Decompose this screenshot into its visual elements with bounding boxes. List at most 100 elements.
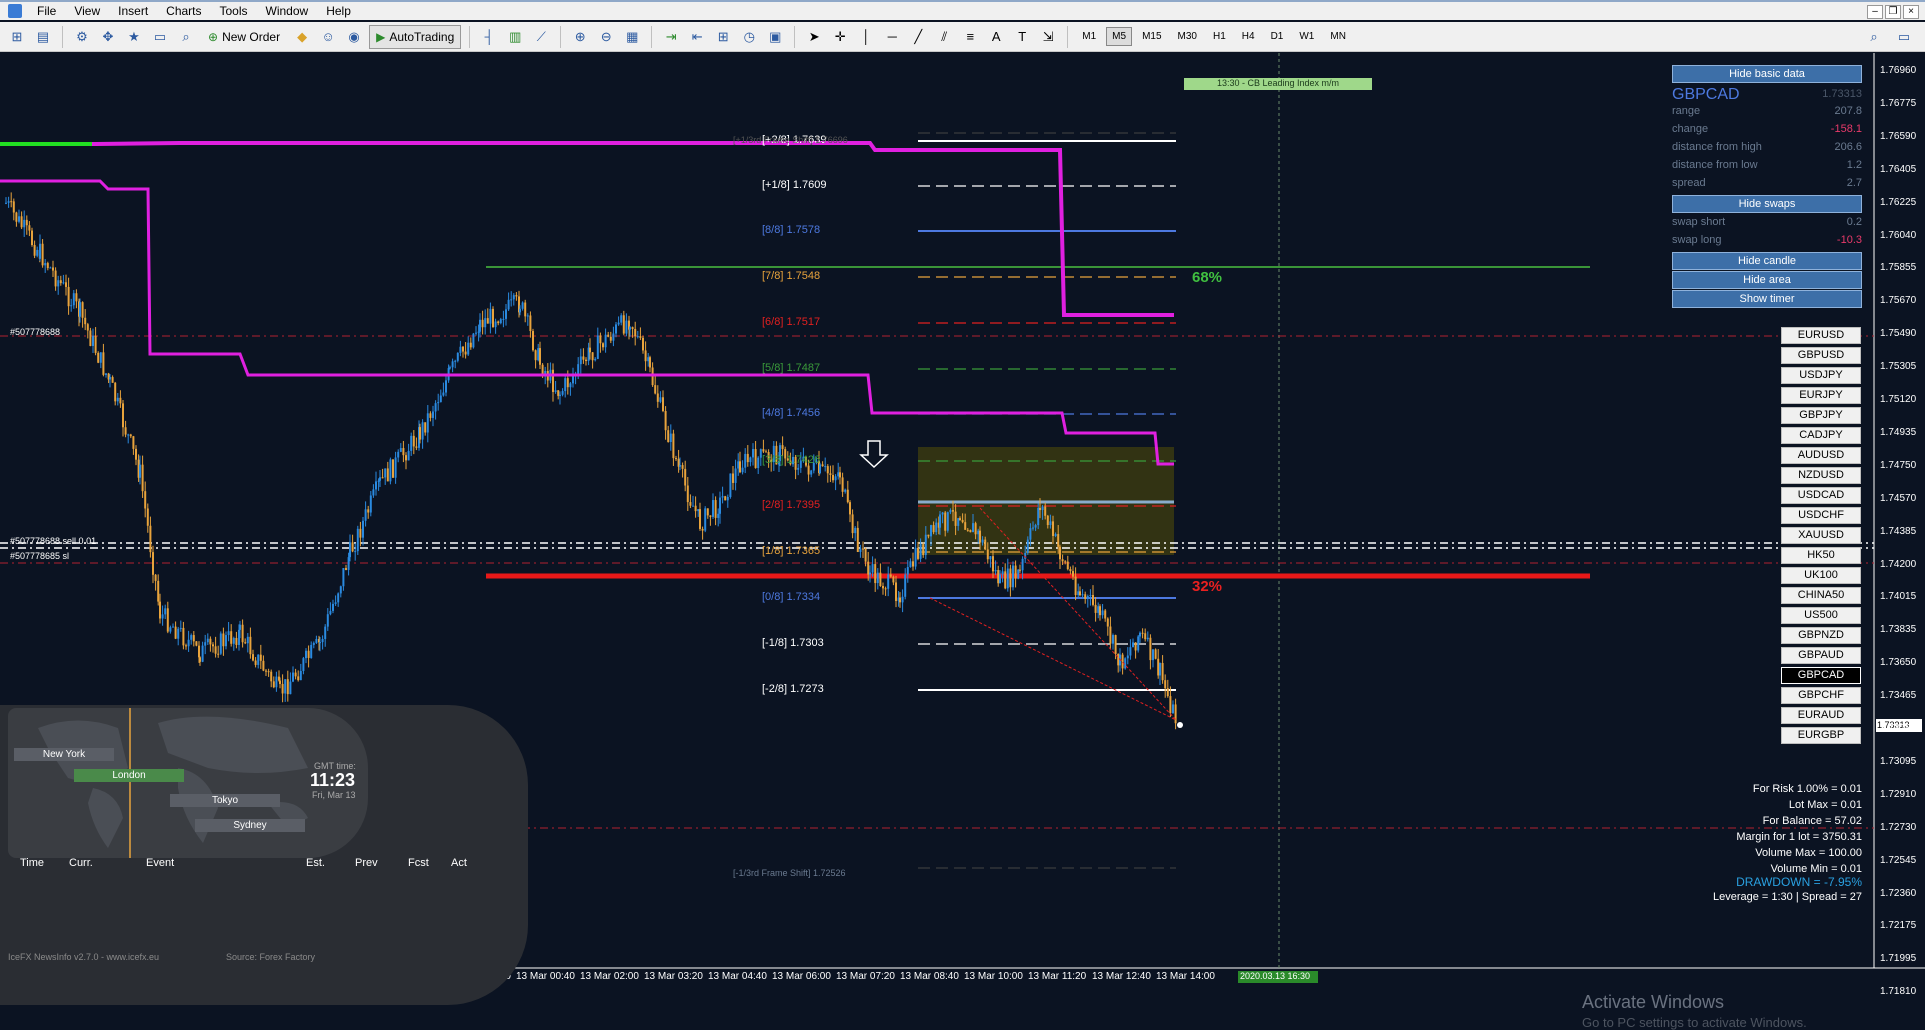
menu-view[interactable]: View xyxy=(65,4,109,18)
profiles-icon[interactable]: ▤ xyxy=(32,26,54,48)
trendline-icon[interactable]: ╱ xyxy=(907,26,929,48)
hide-area-button[interactable]: Hide area xyxy=(1672,271,1862,289)
indicators-icon[interactable]: ⊞ xyxy=(712,26,734,48)
swap-key: swap long xyxy=(1672,234,1722,246)
candle-body xyxy=(386,468,389,482)
candle-body xyxy=(246,636,249,644)
templates-icon[interactable]: ▣ xyxy=(764,26,786,48)
tile-windows-icon[interactable]: ▦ xyxy=(621,26,643,48)
symbol-button-eurjpy[interactable]: EURJPY xyxy=(1781,387,1861,404)
symbol-button-usdjpy[interactable]: USDJPY xyxy=(1781,367,1861,384)
candle-chart-icon[interactable]: ▥ xyxy=(504,26,526,48)
symbol-button-eurusd[interactable]: EURUSD xyxy=(1781,327,1861,344)
news-header-currency: Curr. xyxy=(69,857,93,869)
symbol-button-china50[interactable]: CHINA50 xyxy=(1781,587,1861,604)
symbol-button-gbpnzd[interactable]: GBPNZD xyxy=(1781,627,1861,644)
menu-insert[interactable]: Insert xyxy=(109,4,157,18)
hide-basic-data-button[interactable]: Hide basic data xyxy=(1672,65,1862,83)
murrey-label: [3/8] 1.7426 xyxy=(762,454,821,466)
candle-body xyxy=(227,631,230,636)
search-icon[interactable]: ⌕ xyxy=(1863,26,1885,48)
symbol-button-euraud[interactable]: EURAUD xyxy=(1781,707,1861,724)
data-window-icon[interactable]: ✥ xyxy=(97,26,119,48)
symbol-button-gbpjpy[interactable]: GBPJPY xyxy=(1781,407,1861,424)
candle-body xyxy=(839,472,841,478)
menu-tools[interactable]: Tools xyxy=(211,4,257,18)
symbol-button-usdcad[interactable]: USDCAD xyxy=(1781,487,1861,504)
chart-shift-icon[interactable]: ⇤ xyxy=(686,26,708,48)
cursor-icon[interactable]: ➤ xyxy=(803,26,825,48)
restore-icon[interactable]: ❐ xyxy=(1885,5,1901,19)
timeframe-m30[interactable]: M30 xyxy=(1172,27,1203,46)
price-tick-label: 1.74385 xyxy=(1880,525,1917,537)
market-watch-icon[interactable]: ⚙ xyxy=(71,26,93,48)
candle-body xyxy=(832,474,834,481)
line-chart-icon[interactable]: ⟋ xyxy=(530,26,552,48)
strategy-tester-icon[interactable]: ⌕ xyxy=(175,26,197,48)
symbol-button-gbpchf[interactable]: GBPCHF xyxy=(1781,687,1861,704)
minimize-icon[interactable]: – xyxy=(1867,5,1883,19)
new-order-button[interactable]: ⊕ New Order xyxy=(201,25,287,49)
arrows-icon[interactable]: ⇲ xyxy=(1037,26,1059,48)
symbol-button-gbpaud[interactable]: GBPAUD xyxy=(1781,647,1861,664)
candle-body xyxy=(524,302,527,317)
autotrading-button[interactable]: ▶ AutoTrading xyxy=(369,24,462,49)
symbol-button-eurgbp[interactable]: EURGBP xyxy=(1781,727,1861,744)
menu-file[interactable]: File xyxy=(28,4,65,18)
news-footer-left: IceFX NewsInfo v2.7.0 - www.icefx.eu xyxy=(8,952,160,962)
symbol-button-usdchf[interactable]: USDCHF xyxy=(1781,507,1861,524)
candle-body xyxy=(270,671,273,682)
equidistant-channel-icon[interactable]: ⫽ xyxy=(933,26,955,48)
terminal-icon[interactable]: ▭ xyxy=(149,26,171,48)
crosshair-icon[interactable]: ✛ xyxy=(829,26,851,48)
timeframe-w1[interactable]: W1 xyxy=(1293,27,1320,46)
menu-window[interactable]: Window xyxy=(257,4,318,18)
autoscroll-icon[interactable]: ⇥ xyxy=(660,26,682,48)
metaeditor-icon[interactable]: ◆ xyxy=(291,26,313,48)
zoom-in-icon[interactable]: ⊕ xyxy=(569,26,591,48)
candle-body xyxy=(62,282,65,284)
market-icon[interactable]: ◉ xyxy=(343,26,365,48)
symbol-button-xauusd[interactable]: XAUUSD xyxy=(1781,527,1861,544)
close-icon[interactable]: × xyxy=(1903,5,1919,19)
hide-candle-button[interactable]: Hide candle xyxy=(1672,252,1862,270)
text-icon[interactable]: A xyxy=(985,26,1007,48)
zoom-out-icon[interactable]: ⊖ xyxy=(595,26,617,48)
chart-area[interactable]: 13:30 - CB Leading Index m/m [+2/8] 1.76… xyxy=(0,53,1925,1030)
candle-body xyxy=(232,637,235,644)
candle-body xyxy=(102,352,105,375)
murrey-label: [-1/8] 1.7303 xyxy=(762,637,824,649)
timeframe-m5[interactable]: M5 xyxy=(1106,27,1133,46)
timeframe-m1[interactable]: M1 xyxy=(1076,27,1102,46)
symbol-button-gbpusd[interactable]: GBPUSD xyxy=(1781,347,1861,364)
periods-icon[interactable]: ◷ xyxy=(738,26,760,48)
timeframe-m15[interactable]: M15 xyxy=(1136,27,1167,46)
symbol-button-nzdusd[interactable]: NZDUSD xyxy=(1781,467,1861,484)
symbol-button-hk50[interactable]: HK50 xyxy=(1781,547,1861,564)
symbol-button-cadjpy[interactable]: CADJPY xyxy=(1781,427,1861,444)
timeframe-h4[interactable]: H4 xyxy=(1236,27,1261,46)
menu-help[interactable]: Help xyxy=(317,4,360,18)
signals-icon[interactable]: ☺ xyxy=(317,26,339,48)
fibonacci-icon[interactable]: ≡ xyxy=(959,26,981,48)
horizontal-line-icon[interactable]: ─ xyxy=(881,26,903,48)
candle-body xyxy=(305,650,307,659)
timeframe-d1[interactable]: D1 xyxy=(1265,27,1290,46)
show-timer-button[interactable]: Show timer xyxy=(1672,290,1862,308)
bar-chart-icon[interactable]: ┤ xyxy=(478,26,500,48)
new-chart-icon[interactable]: ⊞ xyxy=(6,26,28,48)
timeframe-mn[interactable]: MN xyxy=(1324,27,1352,46)
hide-swaps-button[interactable]: Hide swaps xyxy=(1672,195,1862,213)
vertical-line-icon[interactable]: │ xyxy=(855,26,877,48)
candle-body xyxy=(739,461,741,473)
text-label-icon[interactable]: T xyxy=(1011,26,1033,48)
menu-charts[interactable]: Charts xyxy=(157,4,210,18)
navigator-icon[interactable]: ★ xyxy=(123,26,145,48)
symbol-button-us500[interactable]: US500 xyxy=(1781,607,1861,624)
symbol-button-uk100[interactable]: UK100 xyxy=(1781,567,1861,584)
timeframe-h1[interactable]: H1 xyxy=(1207,27,1232,46)
symbol-button-gbpcad[interactable]: GBPCAD xyxy=(1781,667,1861,684)
candle-body xyxy=(166,608,169,632)
chat-icon[interactable]: ▭ xyxy=(1893,26,1915,48)
symbol-button-audusd[interactable]: AUDUSD xyxy=(1781,447,1861,464)
